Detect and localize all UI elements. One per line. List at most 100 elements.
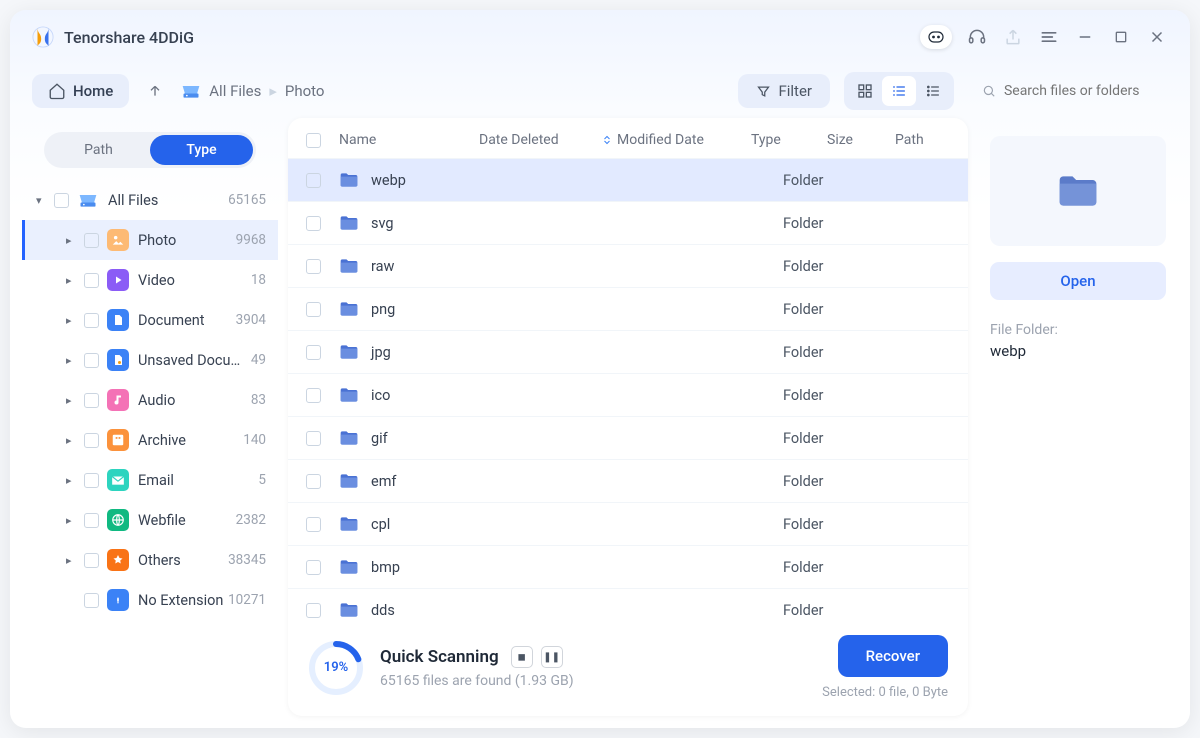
col-deleted[interactable]: Date Deleted	[479, 132, 601, 148]
col-modified[interactable]: Modified Date	[601, 132, 751, 148]
pause-button[interactable]: ❚❚	[541, 646, 563, 668]
col-size[interactable]: Size	[827, 132, 895, 148]
row-checkbox[interactable]	[306, 259, 321, 274]
sidebar-item-label: Photo	[138, 232, 236, 249]
sidebar-item-count: 5	[258, 472, 266, 488]
table-row[interactable]: bmpFolder	[288, 546, 968, 589]
tab-path[interactable]: Path	[47, 135, 150, 165]
tree-root[interactable]: ▾ All Files 65165	[22, 180, 278, 220]
header-checkbox[interactable]	[306, 133, 321, 148]
row-checkbox[interactable]	[306, 216, 321, 231]
view-detail-button[interactable]	[882, 76, 916, 106]
col-path[interactable]: Path	[895, 132, 950, 148]
minimize-icon[interactable]	[1074, 26, 1096, 48]
sidebar-item[interactable]: ▸Document3904	[22, 300, 278, 340]
table-row[interactable]: icoFolder	[288, 374, 968, 417]
detail-label: File Folder:	[990, 322, 1058, 338]
table-row[interactable]: emfFolder	[288, 460, 968, 503]
view-list-button[interactable]	[916, 76, 950, 106]
detail-value: webp	[990, 342, 1026, 360]
sidebar-item-count: 83	[251, 392, 266, 408]
folder-icon	[339, 515, 359, 533]
bot-icon[interactable]	[920, 25, 952, 49]
table-row[interactable]: svgFolder	[288, 202, 968, 245]
col-name[interactable]: Name	[339, 132, 479, 148]
checkbox[interactable]	[84, 433, 99, 448]
row-name: cpl	[371, 516, 511, 533]
row-checkbox[interactable]	[306, 431, 321, 446]
progress-ring: 19%	[308, 640, 364, 696]
headset-icon[interactable]	[966, 26, 988, 48]
home-icon	[48, 82, 66, 100]
close-icon[interactable]	[1146, 26, 1168, 48]
table-row[interactable]: cpl Folder	[288, 503, 968, 546]
chevron-right-icon: ▸	[66, 554, 84, 567]
sort-icon	[601, 134, 613, 146]
row-type: Folder	[783, 516, 859, 533]
breadcrumb-root[interactable]: All Files	[209, 82, 261, 100]
drive-icon	[181, 81, 201, 101]
table-body: webpFoldersvgFolderrawFolderpngFolderjpg…	[288, 159, 968, 619]
sidebar-item[interactable]: ▸Audio83	[22, 380, 278, 420]
checkbox[interactable]	[84, 393, 99, 408]
sidebar-item[interactable]: ▸Email5	[22, 460, 278, 500]
row-type: Folder	[783, 172, 859, 189]
recover-button[interactable]: Recover	[838, 635, 948, 677]
sidebar-item[interactable]: ▸Unsaved Docum...49	[22, 340, 278, 380]
breadcrumb-current[interactable]: Photo	[285, 82, 325, 100]
checkbox[interactable]	[84, 313, 99, 328]
col-type[interactable]: Type	[751, 132, 827, 148]
row-type: Folder	[783, 301, 859, 318]
search-input[interactable]	[1004, 83, 1154, 99]
chevron-right-icon: ▸	[66, 474, 84, 487]
up-button[interactable]	[143, 83, 167, 99]
table-row[interactable]: ddsFolder	[288, 589, 968, 619]
checkbox[interactable]	[84, 513, 99, 528]
folder-icon	[339, 343, 359, 361]
checkbox[interactable]	[84, 273, 99, 288]
table-row[interactable]: webpFolder	[288, 159, 968, 202]
home-label: Home	[73, 82, 113, 100]
sidebar-item-label: Audio	[138, 392, 251, 409]
row-checkbox[interactable]	[306, 345, 321, 360]
checkbox[interactable]	[54, 193, 69, 208]
row-checkbox[interactable]	[306, 603, 321, 618]
table-row[interactable]: pngFolder	[288, 288, 968, 331]
footer: 19% Quick Scanning ◼ ❚❚ 65165 files are …	[288, 619, 968, 716]
menu-icon[interactable]	[1038, 26, 1060, 48]
table-row[interactable]: gifFolder	[288, 417, 968, 460]
row-checkbox[interactable]	[306, 173, 321, 188]
row-checkbox[interactable]	[306, 560, 321, 575]
maximize-icon[interactable]	[1110, 26, 1132, 48]
stop-button[interactable]: ◼	[511, 646, 533, 668]
sidebar-item[interactable]: ▸Archive140	[22, 420, 278, 460]
sidebar-item-label: Others	[138, 552, 228, 569]
sidebar-item[interactable]: ▸Others38345	[22, 540, 278, 580]
sidebar-item[interactable]: ▸Photo9968	[22, 220, 278, 260]
filter-button[interactable]: Filter	[738, 74, 830, 108]
open-button[interactable]: Open	[990, 262, 1166, 300]
view-grid-button[interactable]	[848, 76, 882, 106]
home-button[interactable]: Home	[32, 74, 129, 108]
checkbox[interactable]	[84, 353, 99, 368]
row-checkbox[interactable]	[306, 474, 321, 489]
scan-title: Quick Scanning	[380, 647, 499, 667]
row-checkbox[interactable]	[306, 388, 321, 403]
checkbox[interactable]	[84, 233, 99, 248]
sidebar-item[interactable]: ▸Webfile2382	[22, 500, 278, 540]
sidebar-item[interactable]: No Extension10271	[22, 580, 278, 620]
row-checkbox[interactable]	[306, 517, 321, 532]
checkbox[interactable]	[84, 473, 99, 488]
tab-type[interactable]: Type	[150, 135, 253, 165]
checkbox[interactable]	[84, 593, 99, 608]
share-icon[interactable]	[1002, 26, 1024, 48]
sidebar-item[interactable]: ▸Video18	[22, 260, 278, 300]
checkbox[interactable]	[84, 553, 99, 568]
table-row[interactable]: jpgFolder	[288, 331, 968, 374]
search-box[interactable]	[968, 75, 1168, 107]
folder-icon	[339, 300, 359, 318]
toolbar: Home All Files ▸ Photo Filter	[10, 64, 1190, 118]
table-row[interactable]: rawFolder	[288, 245, 968, 288]
row-checkbox[interactable]	[306, 302, 321, 317]
folder-icon	[339, 386, 359, 404]
